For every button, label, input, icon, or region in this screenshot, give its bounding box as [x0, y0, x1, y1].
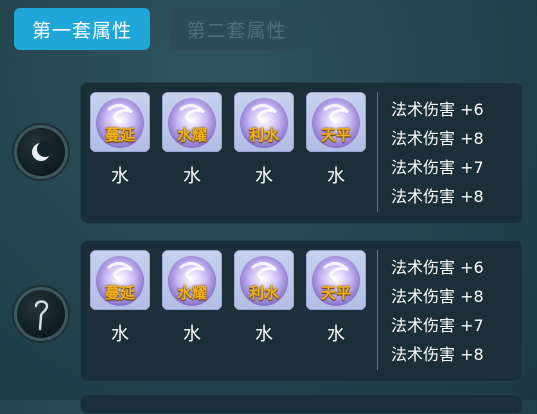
gem-element: 水 — [255, 324, 273, 345]
staff-hook-icon[interactable] — [17, 290, 65, 338]
gem-element: 水 — [255, 166, 273, 187]
gem-slot[interactable]: 利水 水 — [234, 250, 294, 350]
tab-first-set[interactable]: 第一套属性 — [14, 8, 150, 50]
gem-name: 天平 — [320, 126, 351, 144]
gem-slot[interactable]: 天平 水 — [306, 92, 366, 192]
gem-element: 水 — [183, 324, 201, 345]
attribute-line: 法术伤害 +8 — [391, 129, 484, 148]
divider — [377, 92, 378, 212]
attribute-line: 法术伤害 +7 — [391, 316, 484, 335]
gem-element: 水 — [183, 166, 201, 187]
gem-slot[interactable]: 蔓延 水 — [90, 92, 150, 192]
gem-slot[interactable]: 水耀 水 — [162, 250, 222, 350]
gem-name: 利水 — [248, 284, 279, 302]
gem-element: 水 — [111, 324, 129, 345]
attribute-line: 法术伤害 +8 — [391, 287, 484, 306]
gem-name: 蔓延 — [104, 126, 135, 144]
attribute-line: 法术伤害 +8 — [391, 187, 484, 206]
gem-name: 利水 — [248, 126, 279, 144]
attribute-line: 法术伤害 +8 — [391, 345, 484, 364]
crescent-moon-icon[interactable] — [17, 128, 65, 176]
gem-name: 蔓延 — [104, 284, 135, 302]
gem-set-panel-1: 蔓延 水 水耀 水 利水 水 天平 水 法术伤害 +6 法术伤害 +8 法术伤害… — [80, 82, 523, 224]
staff-hook-glyph — [34, 300, 49, 331]
gem-slot[interactable]: 利水 水 — [234, 92, 294, 192]
gem-slot[interactable]: 天平 水 — [306, 250, 366, 350]
gem-name: 水耀 — [176, 284, 207, 302]
attribute-line: 法术伤害 +7 — [391, 158, 484, 177]
gem-set-panel-3 — [80, 394, 523, 414]
gem-slot[interactable]: 水耀 水 — [162, 92, 222, 192]
divider — [377, 250, 378, 370]
crescent-moon-glyph — [32, 141, 53, 161]
gem-slot[interactable]: 蔓延 水 — [90, 250, 150, 350]
tab-second-set[interactable]: 第二套属性 — [170, 8, 303, 50]
gem-name: 天平 — [320, 284, 351, 302]
gem-name: 水耀 — [176, 126, 207, 144]
attribute-line: 法术伤害 +6 — [391, 100, 484, 119]
attribute-list: 法术伤害 +6 法术伤害 +8 法术伤害 +7 法术伤害 +8 — [391, 253, 484, 369]
gem-set-panel-2: 蔓延 水 水耀 水 利水 水 天平 水 法术伤害 +6 法术伤害 +8 法术伤害… — [80, 240, 523, 382]
gem-element: 水 — [327, 324, 345, 345]
attribute-line: 法术伤害 +6 — [391, 258, 484, 277]
attribute-list: 法术伤害 +6 法术伤害 +8 法术伤害 +7 法术伤害 +8 — [391, 95, 484, 211]
gem-element: 水 — [327, 166, 345, 187]
gem-element: 水 — [111, 166, 129, 187]
